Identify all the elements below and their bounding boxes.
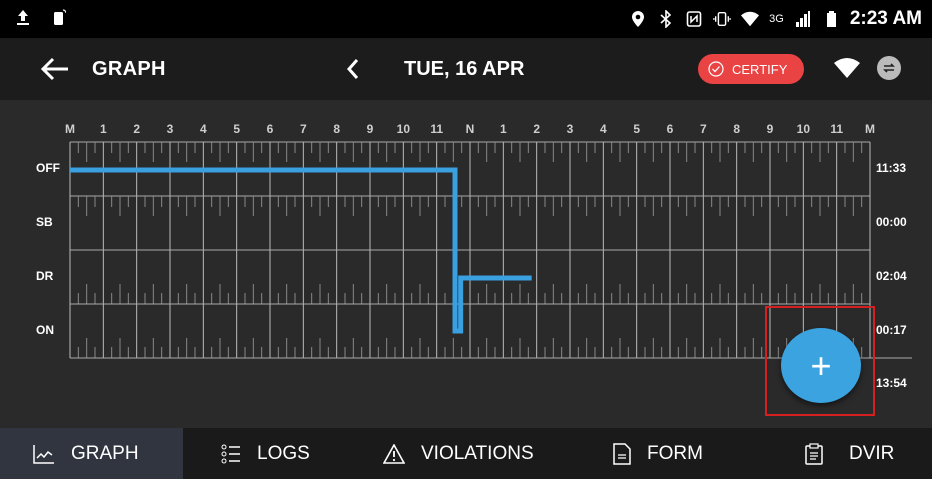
hour-label: M bbox=[65, 122, 75, 136]
hour-label: 3 bbox=[566, 122, 574, 136]
status-label: DR bbox=[36, 269, 54, 283]
tab-violations-label: VIOLATIONS bbox=[421, 442, 534, 464]
hour-label: 6 bbox=[266, 122, 274, 136]
hour-label: 11 bbox=[430, 122, 443, 136]
hour-label: 9 bbox=[366, 122, 374, 136]
status-total: 00:17 bbox=[876, 323, 907, 337]
hour-label: 5 bbox=[233, 122, 240, 136]
hour-label: 2 bbox=[133, 122, 140, 136]
chart-icon bbox=[33, 444, 54, 464]
grand-total: 13:54 bbox=[876, 376, 907, 390]
hour-label: 10 bbox=[396, 122, 411, 136]
hour-label: 3 bbox=[166, 122, 174, 136]
status-label: SB bbox=[36, 215, 53, 229]
tab-logs-label: LOGS bbox=[257, 442, 310, 464]
hour-label: 9 bbox=[766, 122, 774, 136]
bottom-nav: GRAPH LOGS VIOLATIONS FORM DVIR bbox=[0, 428, 932, 479]
document-icon bbox=[613, 442, 631, 465]
hour-label: M bbox=[865, 122, 875, 136]
tab-violations[interactable]: VIOLATIONS bbox=[343, 428, 575, 479]
hour-label: 1 bbox=[99, 122, 107, 136]
hour-label: 4 bbox=[599, 122, 607, 136]
list-icon bbox=[221, 444, 240, 463]
tab-form-label: FORM bbox=[647, 442, 703, 464]
warning-icon bbox=[383, 443, 405, 464]
hour-label: 2 bbox=[533, 122, 540, 136]
tab-form[interactable]: FORM bbox=[575, 428, 775, 479]
status-total: 02:04 bbox=[876, 269, 907, 283]
hour-label: 6 bbox=[666, 122, 674, 136]
tab-dvir[interactable]: DVIR bbox=[775, 428, 932, 479]
status-label: OFF bbox=[36, 161, 60, 175]
hour-label: 7 bbox=[699, 122, 707, 136]
tab-dvir-label: DVIR bbox=[849, 442, 895, 464]
status-label: ON bbox=[36, 323, 54, 337]
hour-label: 8 bbox=[333, 122, 340, 136]
hour-label: 7 bbox=[299, 122, 307, 136]
hour-label: 8 bbox=[733, 122, 740, 136]
highlight-box bbox=[765, 306, 875, 416]
status-total: 11:33 bbox=[876, 161, 907, 175]
hour-label: N bbox=[465, 122, 475, 136]
tab-graph[interactable]: GRAPH bbox=[0, 428, 183, 479]
tab-graph-label: GRAPH bbox=[71, 442, 139, 464]
hour-label: 11 bbox=[830, 122, 843, 136]
hour-label: 5 bbox=[633, 122, 640, 136]
status-total: 00:00 bbox=[876, 215, 907, 229]
clipboard-icon bbox=[805, 442, 823, 465]
hour-label: 10 bbox=[796, 122, 811, 136]
hour-label: 4 bbox=[199, 122, 207, 136]
tab-logs[interactable]: LOGS bbox=[183, 428, 343, 479]
hour-label: 1 bbox=[499, 122, 507, 136]
